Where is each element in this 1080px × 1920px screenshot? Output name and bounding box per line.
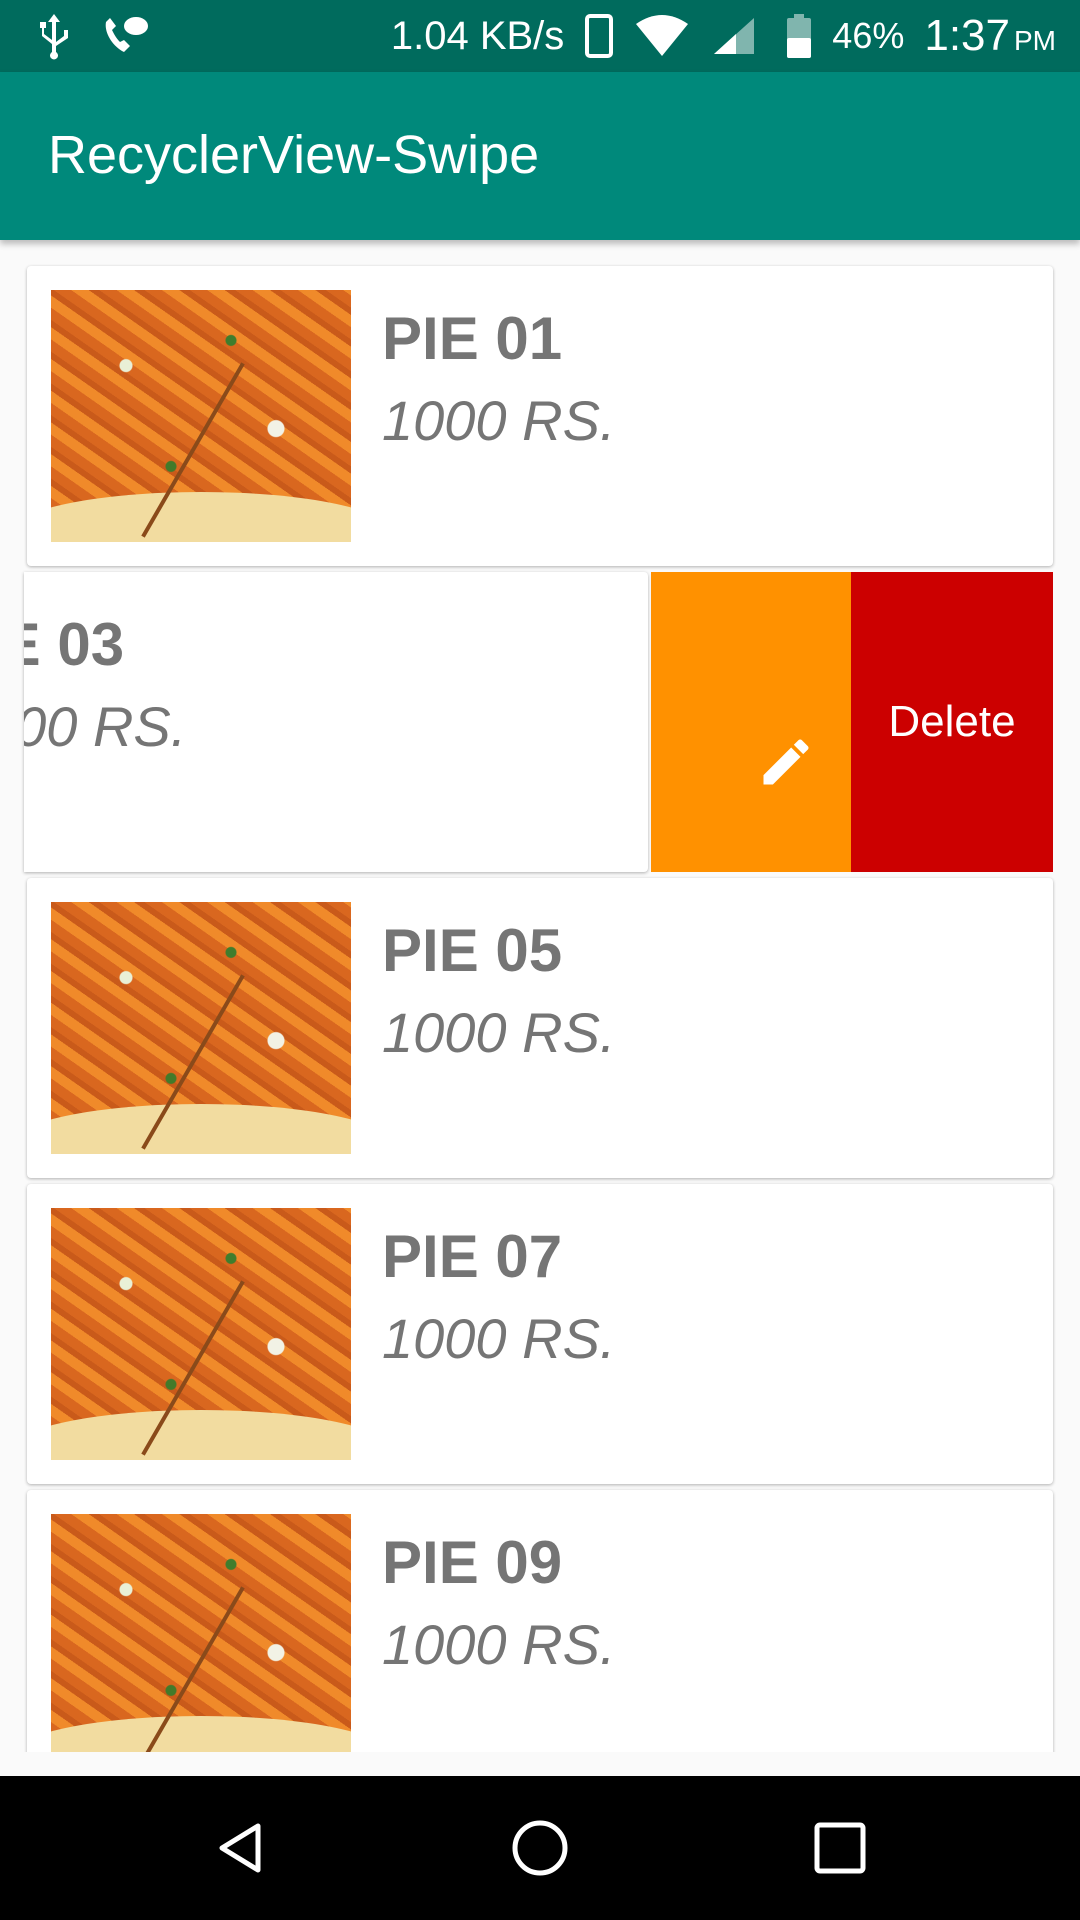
item-name: IE 03: [24, 611, 125, 678]
clock-period: PM: [1014, 25, 1056, 56]
list-item[interactable]: PIE 01 1000 RS.: [27, 266, 1053, 566]
battery-icon: [787, 14, 812, 58]
item-price: 1000 RS.: [382, 389, 616, 452]
app-title: RecyclerView-Swipe: [48, 125, 540, 185]
pizza-image: [51, 290, 351, 542]
usb-icon: [40, 14, 68, 60]
pizza-image: [51, 902, 351, 1154]
item-name: PIE 01: [382, 305, 563, 372]
app-bar: RecyclerView-Swipe: [0, 72, 1080, 240]
item-price: 1000 RS.: [382, 1307, 616, 1370]
pencil-icon: [763, 739, 809, 785]
back-icon[interactable]: [210, 1818, 270, 1878]
list-item[interactable]: PIE 07 1000 RS.: [27, 1184, 1053, 1484]
recycler-list[interactable]: PIE 01 1000 RS. IE 03 000 RS. Delete PIE…: [0, 240, 1080, 1752]
list-item[interactable]: IE 03 000 RS.: [24, 572, 648, 872]
item-name: PIE 09: [382, 1529, 563, 1596]
navigation-bar: [0, 1776, 1080, 1920]
signal-icon: [714, 18, 755, 54]
status-bar: 1.04 KB/s 46% 1:37 PM: [0, 0, 1080, 72]
delete-button[interactable]: Delete: [851, 572, 1053, 872]
pizza-image: [51, 1514, 351, 1752]
wifi-icon: [636, 15, 689, 56]
edit-button[interactable]: [651, 572, 851, 872]
swiped-list-item[interactable]: IE 03 000 RS. Delete: [0, 572, 1080, 872]
item-price: 000 RS.: [24, 695, 187, 758]
clock: 1:37 PM: [924, 11, 1056, 61]
list-item[interactable]: PIE 09 1000 RS.: [27, 1490, 1053, 1752]
home-icon[interactable]: [510, 1818, 570, 1878]
wifi-call-icon: [105, 17, 148, 52]
phone-icon: [585, 14, 614, 58]
item-price: 1000 RS.: [382, 1001, 616, 1064]
item-name: PIE 07: [382, 1223, 563, 1290]
item-name: PIE 05: [382, 917, 563, 984]
status-left-icons: [36, 12, 150, 60]
status-right: 1.04 KB/s 46% 1:37 PM: [391, 0, 1056, 72]
pizza-image: [51, 1208, 351, 1460]
battery-percent: 46%: [832, 15, 905, 56]
list-item[interactable]: PIE 05 1000 RS.: [27, 878, 1053, 1178]
clock-time: 1:37: [924, 11, 1010, 60]
item-price: 1000 RS.: [382, 1613, 616, 1676]
recents-icon[interactable]: [810, 1818, 870, 1878]
network-speed: 1.04 KB/s: [390, 13, 565, 58]
